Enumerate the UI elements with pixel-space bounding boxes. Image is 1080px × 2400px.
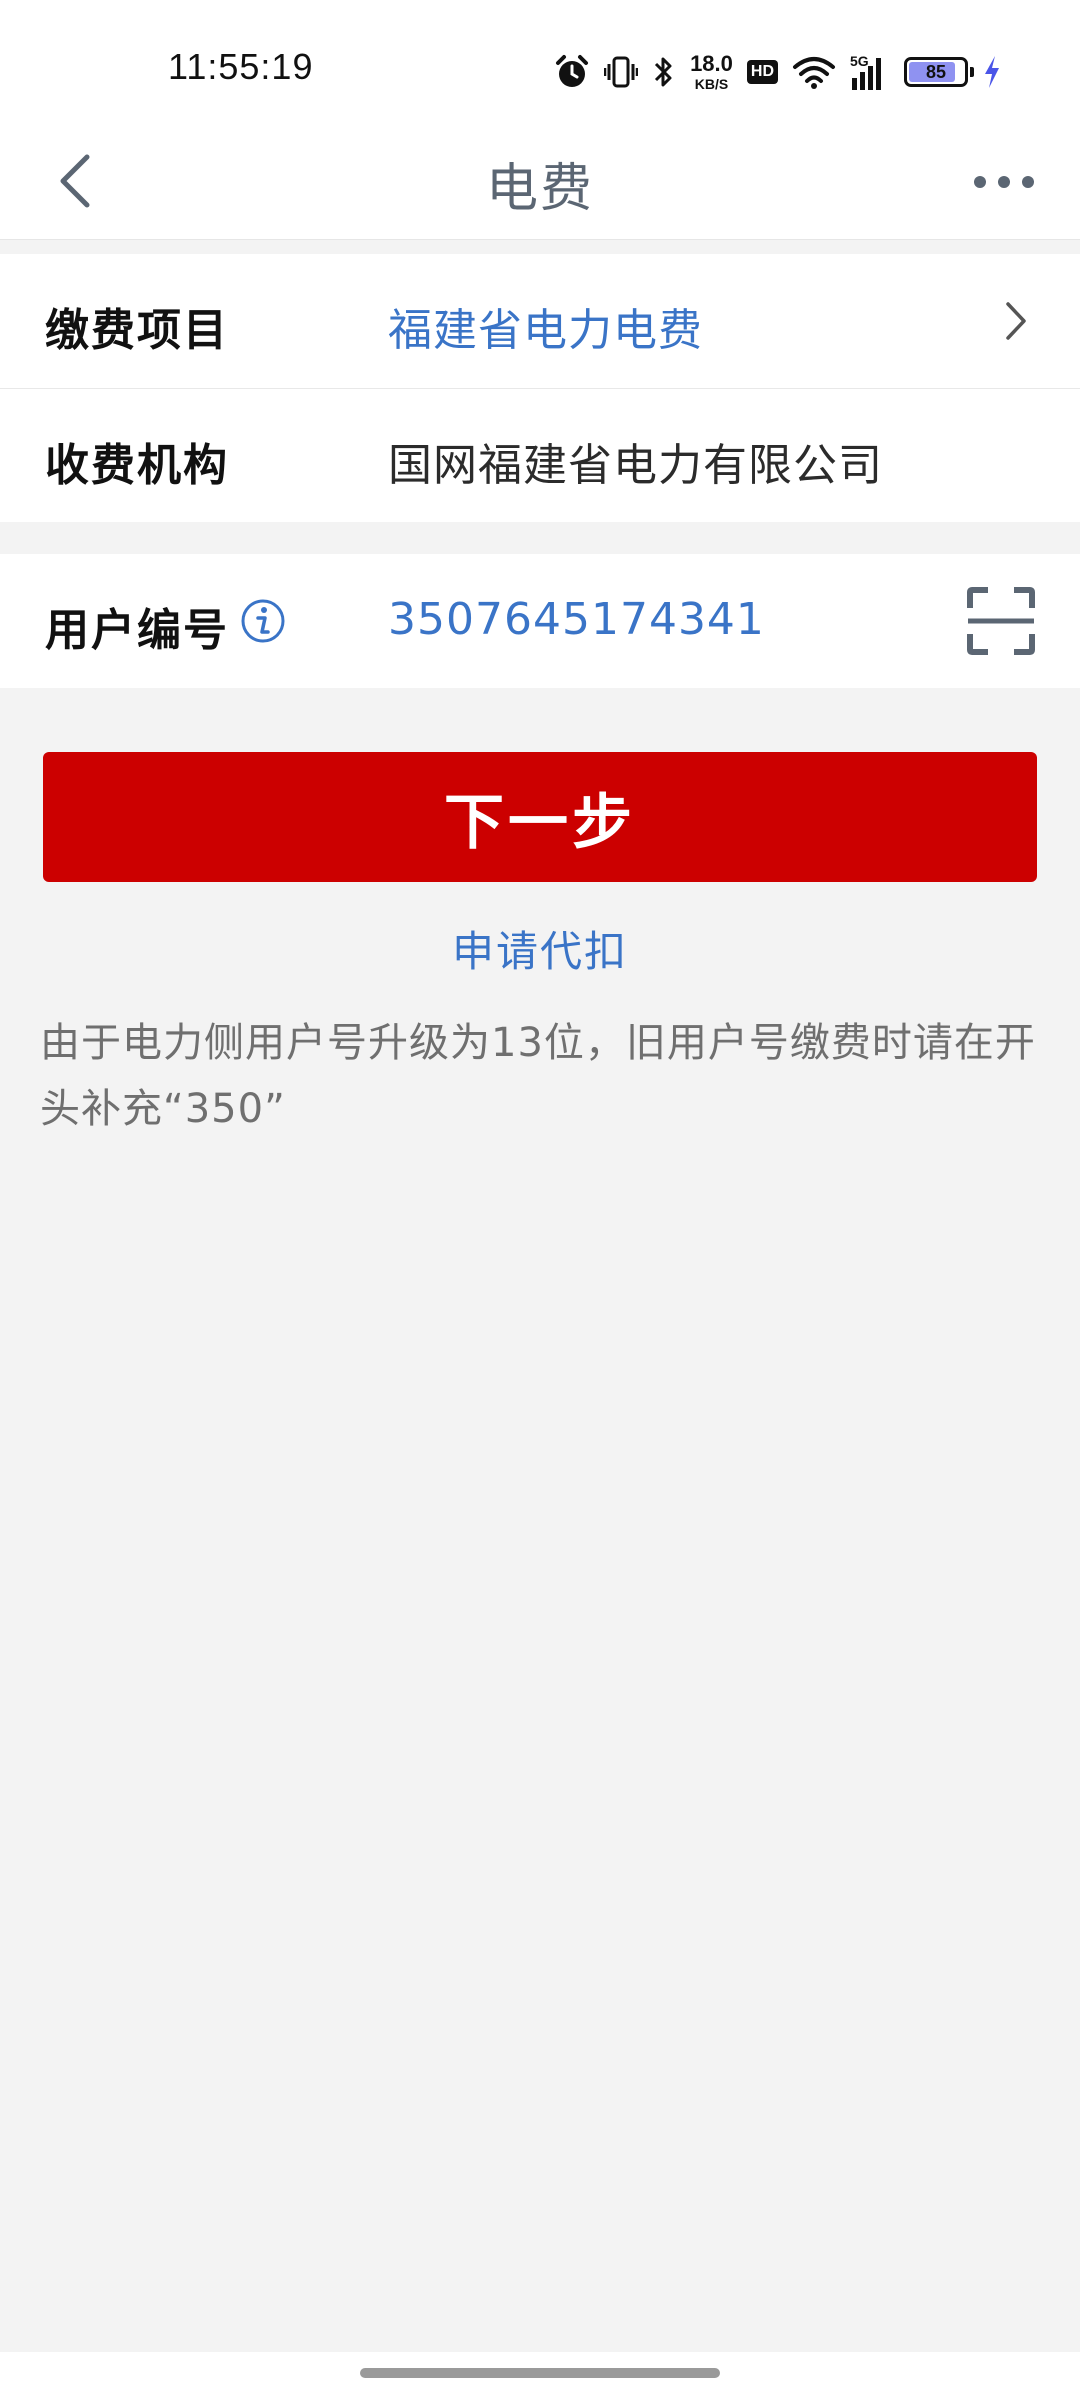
next-step-button[interactable]: 下一步 <box>43 752 1037 882</box>
net-speed: 18.0 KB/S <box>690 51 733 92</box>
status-icons: 18.0 KB/S HD 5G 85 <box>554 48 1002 96</box>
chevron-right-icon <box>1006 302 1026 340</box>
user-number-input[interactable]: 3507645174341 <box>388 594 765 645</box>
user-number-section: 用户编号 3507645174341 <box>0 554 1080 688</box>
bluetooth-icon <box>652 54 676 90</box>
more-dots-icon <box>974 176 1034 188</box>
payment-item-label: 缴费项目 <box>45 305 229 356</box>
net-speed-unit: KB/S <box>694 76 729 92</box>
payment-info-section: 缴费项目 福建省电力电费 收费机构 国网福建省电力有限公司 <box>0 254 1080 522</box>
more-button[interactable] <box>964 154 1044 210</box>
payment-item-value[interactable]: 福建省电力电费 <box>388 294 703 358</box>
home-indicator[interactable] <box>360 2368 720 2378</box>
signal-icon: 5G <box>850 52 890 92</box>
battery-icon: 85 <box>904 57 974 87</box>
user-number-row: 用户编号 3507645174341 <box>0 554 1080 688</box>
network-label: 5G <box>850 53 869 69</box>
institution-row: 收费机构 国网福建省电力有限公司 <box>0 388 1080 522</box>
status-bar: 11:55:19 18.0 KB/S HD 5G 85 <box>0 0 1080 140</box>
apply-auto-debit-link[interactable]: 申请代扣 <box>0 918 1080 979</box>
wifi-icon <box>792 54 836 90</box>
alarm-icon <box>554 54 590 90</box>
institution-label: 收费机构 <box>45 440 229 491</box>
scan-icon[interactable] <box>966 586 1036 656</box>
user-number-label: 用户编号 <box>45 605 229 656</box>
vibrate-icon <box>604 54 639 90</box>
notice-text: 由于电力侧用户号升级为13位，旧用户号缴费时请在开头补充“350” <box>40 1020 1036 1132</box>
status-time: 11:55:19 <box>168 46 314 87</box>
net-speed-value: 18.0 <box>690 51 733 76</box>
hd-badge: HD <box>746 60 778 84</box>
payment-item-row[interactable]: 缴费项目 福建省电力电费 <box>0 254 1080 388</box>
battery-level: 85 <box>925 61 947 82</box>
institution-value: 国网福建省电力有限公司 <box>388 440 883 491</box>
page-title: 电费 <box>485 159 594 219</box>
charging-icon <box>982 54 1002 90</box>
info-icon[interactable] <box>240 598 286 644</box>
nav-bar: 电费 <box>0 120 1080 240</box>
